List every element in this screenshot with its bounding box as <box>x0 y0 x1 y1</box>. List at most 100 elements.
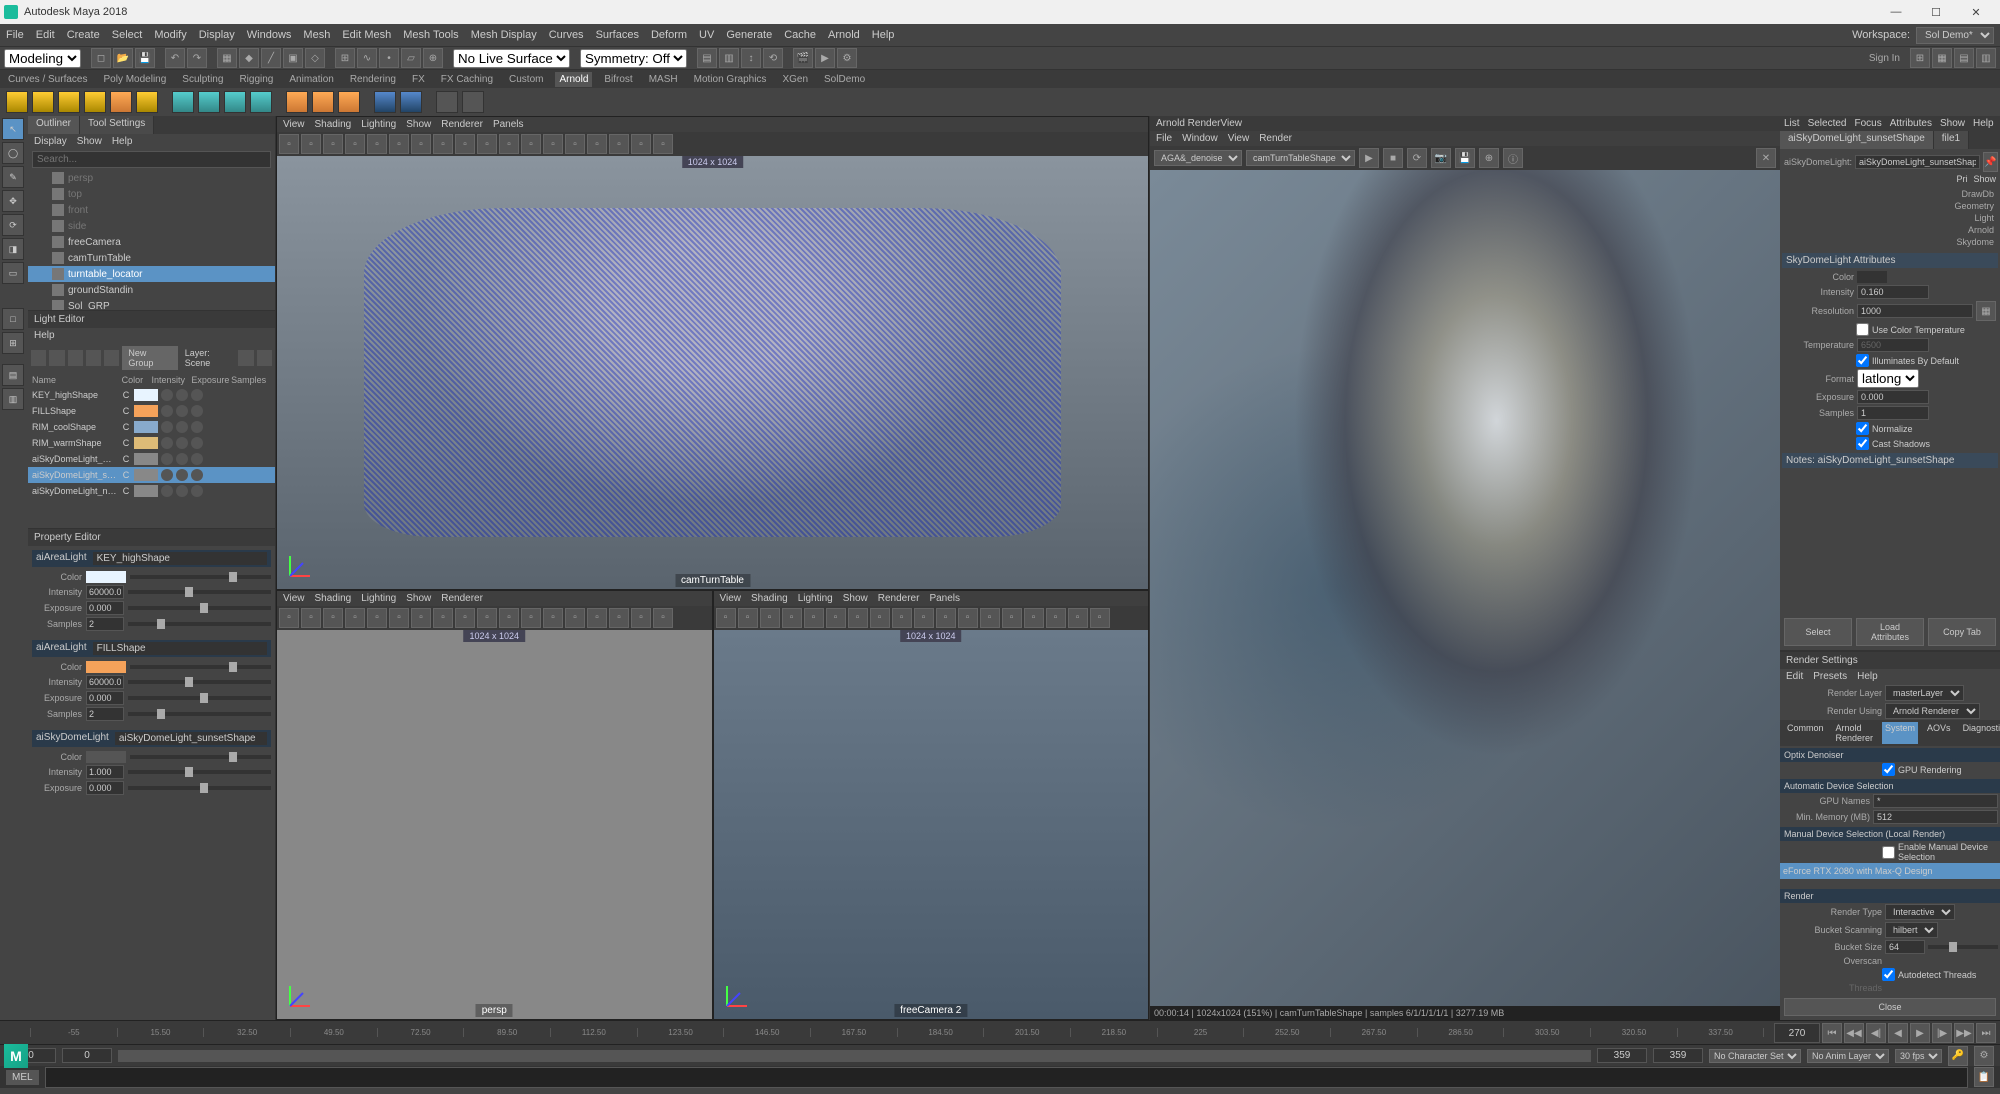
panel-layout3-icon[interactable]: ▤ <box>1954 48 1974 68</box>
enable-icon[interactable] <box>161 437 173 449</box>
vp-tool-icon[interactable]: ▫ <box>1090 608 1110 628</box>
layout-a-icon[interactable]: ▤ <box>2 364 24 386</box>
arn-play-icon[interactable]: ▶ <box>1359 148 1379 168</box>
attr-selected[interactable]: Selected <box>1808 118 1847 129</box>
pe-color-slider[interactable] <box>130 665 271 669</box>
vis-icon[interactable] <box>191 421 203 433</box>
vp-tool-icon[interactable]: ▫ <box>565 608 585 628</box>
rs-tab-diag[interactable]: Diagnostics <box>1960 722 2000 744</box>
outliner-item[interactable]: front <box>28 202 275 218</box>
render-icon[interactable]: 🎬 <box>793 48 813 68</box>
vp-tool-icon[interactable]: ▫ <box>1024 608 1044 628</box>
snap-grid-icon[interactable]: ⊞ <box>335 48 355 68</box>
vp-tool-icon[interactable]: ▫ <box>389 608 409 628</box>
menu-select[interactable]: Select <box>112 29 143 41</box>
shelf-sculpt[interactable]: Sculpting <box>178 72 227 87</box>
attr-load-btn[interactable]: Load Attributes <box>1856 618 1924 646</box>
menu-mesh[interactable]: Mesh <box>303 29 330 41</box>
vp-tool-icon[interactable]: ▫ <box>433 134 453 154</box>
rs-layer[interactable]: masterLayer <box>1885 685 1964 701</box>
module-select[interactable]: Modeling <box>4 49 81 68</box>
undo-icon[interactable]: ↶ <box>165 48 185 68</box>
tab-outliner[interactable]: Outliner <box>28 116 80 134</box>
vp-renderer[interactable]: Renderer <box>441 119 483 130</box>
pe-exp-slider[interactable] <box>128 696 271 700</box>
maximize-button[interactable]: ☐ <box>1916 0 1956 24</box>
iso-icon[interactable] <box>176 453 188 465</box>
outliner-display[interactable]: Display <box>34 136 67 147</box>
play-fwd-icon[interactable]: ▶ <box>1910 1023 1930 1043</box>
arn-info-icon[interactable]: ⓘ <box>1503 148 1523 168</box>
viewport-bottom-right[interactable]: View Shading Lighting Show Renderer Pane… <box>713 590 1150 1020</box>
le-new-group[interactable]: New Group <box>122 346 177 370</box>
le-dir-icon[interactable] <box>104 350 119 366</box>
le-help[interactable]: Help <box>34 330 55 341</box>
rs-bsize[interactable] <box>1885 940 1925 954</box>
pe-intensity[interactable] <box>86 765 124 779</box>
attr-resolution[interactable] <box>1857 304 1973 318</box>
play-end-icon[interactable]: ⏭ <box>1976 1023 1996 1043</box>
arn-window[interactable]: Window <box>1182 133 1218 144</box>
vp-br-shading[interactable]: Shading <box>751 593 788 604</box>
menu-display[interactable]: Display <box>199 29 235 41</box>
attr-pin-icon[interactable]: 📌 <box>1983 152 1997 172</box>
vp-br-lighting[interactable]: Lighting <box>798 593 833 604</box>
vp-tool-icon[interactable]: ▫ <box>609 608 629 628</box>
enable-icon[interactable] <box>161 469 173 481</box>
rs-tab-aovs[interactable]: AOVs <box>1924 722 1954 744</box>
pe-color-swatch[interactable] <box>86 571 126 583</box>
arn-cam-select[interactable]: camTurnTableShape <box>1246 150 1355 166</box>
menu-file[interactable]: File <box>6 29 24 41</box>
outliner-item[interactable]: Sol_GRP <box>28 298 275 310</box>
rs-tab-system[interactable]: System <box>1882 722 1918 744</box>
attr-focus[interactable]: Focus <box>1854 118 1881 129</box>
menu-mesh-display[interactable]: Mesh Display <box>471 29 537 41</box>
viewport-bottom-left[interactable]: View Shading Lighting Show Renderer ▫▫▫▫… <box>276 590 713 1020</box>
vp-tool-icon[interactable]: ▫ <box>609 134 629 154</box>
vp-lighting[interactable]: Lighting <box>361 119 396 130</box>
shelf-opts-icon[interactable] <box>374 91 396 113</box>
outliner-item[interactable]: side <box>28 218 275 234</box>
pe-int-slider[interactable] <box>128 680 271 684</box>
shelf-arealight-icon[interactable] <box>6 91 28 113</box>
vp-tool-icon[interactable]: ▫ <box>521 608 541 628</box>
range-end[interactable] <box>1597 1048 1647 1063</box>
charset-select[interactable]: No Character Set <box>1709 1049 1801 1063</box>
rs-using[interactable]: Arnold Renderer <box>1885 703 1980 719</box>
attr-select-btn[interactable]: Select <box>1784 618 1852 646</box>
outliner-item[interactable]: top <box>28 186 275 202</box>
arn-stop-icon[interactable]: ■ <box>1383 148 1403 168</box>
minimize-button[interactable]: — <box>1876 0 1916 24</box>
pe-exposure[interactable] <box>86 601 124 615</box>
menu-mesh-tools[interactable]: Mesh Tools <box>403 29 458 41</box>
shelf-xgen[interactable]: XGen <box>778 72 812 87</box>
pe-color-slider[interactable] <box>130 575 271 579</box>
vp-tool-icon[interactable]: ▫ <box>389 134 409 154</box>
rs-type[interactable]: Interactive <box>1885 904 1955 920</box>
typetab-skydome[interactable]: Skydome <box>1956 237 1994 247</box>
vp-tool-icon[interactable]: ▫ <box>411 134 431 154</box>
vp-tool-icon[interactable]: ▫ <box>631 608 651 628</box>
vp-br-show[interactable]: Show <box>843 593 868 604</box>
shelf-volume-icon[interactable] <box>224 91 246 113</box>
outliner-item[interactable]: persp <box>28 170 275 186</box>
vp-tool-icon[interactable]: ▫ <box>1068 608 1088 628</box>
arn-refresh-icon[interactable]: ⟳ <box>1407 148 1427 168</box>
shelf-fxcache[interactable]: FX Caching <box>437 72 497 87</box>
attr-notes[interactable]: Notes: aiSkyDomeLight_sunsetShape <box>1782 453 1998 468</box>
vp-tool-icon[interactable]: ▫ <box>367 608 387 628</box>
attr-usecolortemp[interactable] <box>1856 323 1869 336</box>
attr-copy-btn[interactable]: Copy Tab <box>1928 618 1996 646</box>
vis-icon[interactable] <box>191 405 203 417</box>
attr-color-swatch[interactable] <box>1857 271 1887 283</box>
rs-bscan[interactable]: hilbert <box>1885 922 1938 938</box>
menu-deform[interactable]: Deform <box>651 29 687 41</box>
script-editor-icon[interactable]: 📋 <box>1974 1067 1994 1087</box>
vp-tool-icon[interactable]: ▫ <box>499 134 519 154</box>
construction-icon[interactable]: ⟲ <box>763 48 783 68</box>
sel-edge-icon[interactable]: ╱ <box>261 48 281 68</box>
vp-tool-icon[interactable]: ▫ <box>716 608 736 628</box>
prefs-icon[interactable]: ⚙ <box>1974 1046 1994 1066</box>
arn-view[interactable]: View <box>1228 133 1250 144</box>
vp-tool-icon[interactable]: ▫ <box>543 134 563 154</box>
